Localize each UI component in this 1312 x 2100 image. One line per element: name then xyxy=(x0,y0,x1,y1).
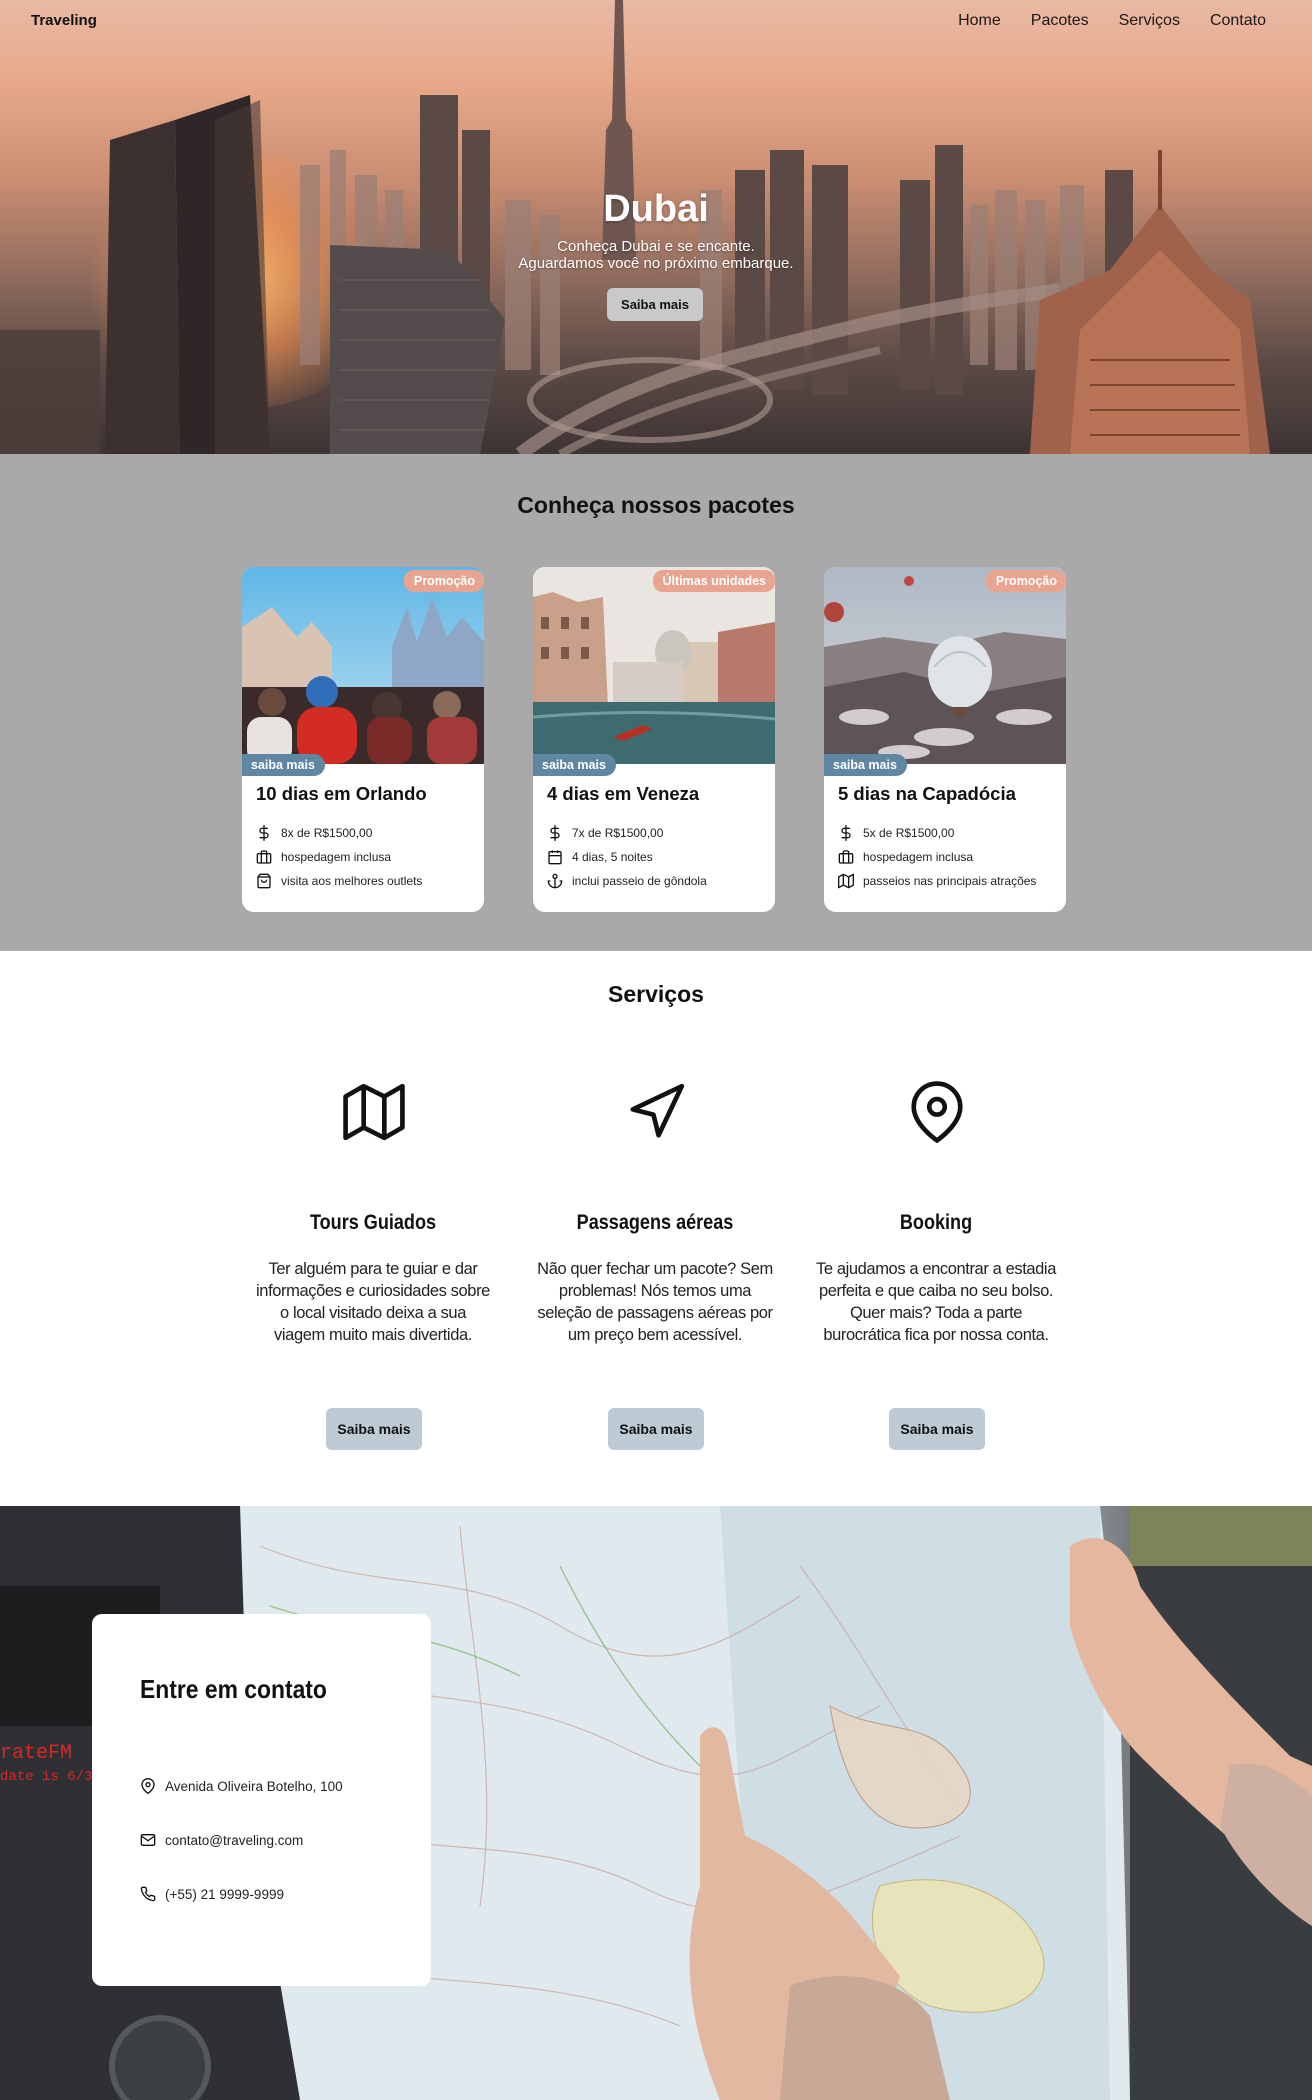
briefcase-icon xyxy=(256,850,272,864)
package-card-capadocia[interactable]: Promoção saiba mais 5 dias na Capadócia … xyxy=(824,567,1066,912)
promo-badge: Promoção xyxy=(985,570,1066,592)
hero-title: Dubai xyxy=(603,188,709,230)
service-saiba-mais-button[interactable]: Saiba mais xyxy=(889,1408,985,1450)
service-description: Não quer fechar um pacote? Sem problemas… xyxy=(537,1260,773,1344)
hero-subtitle: Conheça Dubai e se encante. Aguardamos v… xyxy=(0,238,1312,272)
radio-display-text-2: date is 6/3/ xyxy=(0,1769,101,1785)
calendar-icon xyxy=(548,850,562,865)
feature-text: visita aos melhores outlets xyxy=(281,874,423,888)
servicos-title: Serviços xyxy=(608,981,704,1007)
latest-units-badge: Últimas unidades xyxy=(652,570,775,592)
dollar-icon xyxy=(259,825,269,841)
card-features: 5x de R$1500,00 hospedagem inclusa passe… xyxy=(838,821,1036,893)
feature-price: 8x de R$1500,00 xyxy=(256,821,422,845)
hero-subtitle-line-1: Conheça Dubai e se encante. xyxy=(557,238,755,255)
service-saiba-mais-button[interactable]: Saiba mais xyxy=(326,1408,422,1450)
mail-icon xyxy=(140,1834,156,1846)
hero-banner: Traveling Home Pacotes Serviços Contato … xyxy=(0,0,1312,454)
radio-display-text-1: rateFM xyxy=(0,1742,72,1765)
feature-text: hospedagem inclusa xyxy=(281,850,392,864)
map-pin-icon xyxy=(141,1778,155,1794)
feature-text: inclui passeio de gôndola xyxy=(572,874,707,888)
nav-link-servicos[interactable]: Serviços xyxy=(1119,12,1180,30)
contact-phone-text[interactable]: (+55) 21 9999-9999 xyxy=(165,1887,284,1902)
card-title: 5 dias na Capadócia xyxy=(838,783,1016,804)
brand-logo[interactable]: Traveling xyxy=(31,12,97,29)
contact-title: Entre em contato xyxy=(140,1674,327,1704)
orlando-photo xyxy=(242,567,484,764)
pacotes-section: Conheça nossos pacotes Promoção saiba ma… xyxy=(0,454,1312,951)
feature-text: passeios nas principais atrações xyxy=(863,874,1037,888)
service-title: Passagens aéreas xyxy=(576,1211,734,1234)
card-features: 7x de R$1500,00 4 dias, 5 noites inclui … xyxy=(547,821,707,893)
feature-text: 8x de R$1500,00 xyxy=(281,826,373,840)
navigation-icon xyxy=(630,1083,685,1138)
contact-card: Entre em contato Avenida Oliveira Botelh… xyxy=(92,1614,431,1986)
service-saiba-mais-button[interactable]: Saiba mais xyxy=(608,1408,704,1450)
map-icon xyxy=(343,1083,405,1141)
service-description: Ter alguém para te guiar e dar informaçõ… xyxy=(256,1260,490,1344)
veneza-photo xyxy=(533,567,775,764)
anchor-icon xyxy=(547,873,563,889)
nav-link-contato[interactable]: Contato xyxy=(1210,12,1266,30)
feature-text: hospedagem inclusa xyxy=(863,850,974,864)
shopping-bag-icon xyxy=(257,873,271,889)
feature-duration: 4 dias, 5 noites xyxy=(547,845,707,869)
briefcase-icon xyxy=(838,850,854,864)
service-title: Booking xyxy=(899,1211,973,1234)
hero-subtitle-line-2: Aguardamos você no próximo embarque. xyxy=(518,255,794,272)
feature-text: 5x de R$1500,00 xyxy=(863,826,955,840)
feature-price: 7x de R$1500,00 xyxy=(547,821,707,845)
feature-extra: inclui passeio de gôndola xyxy=(547,869,707,893)
package-card-veneza[interactable]: Últimas unidades saiba mais 4 dias em Ve… xyxy=(533,567,775,912)
package-card-orlando[interactable]: Promoção saiba mais 10 dias em Orlando 8… xyxy=(242,567,484,912)
hero-saiba-mais-button[interactable]: Saiba mais xyxy=(607,288,703,321)
feature-extra: visita aos melhores outlets xyxy=(256,869,422,893)
contact-address: Avenida Oliveira Botelho, 100 xyxy=(140,1778,343,1794)
feature-price: 5x de R$1500,00 xyxy=(838,821,1036,845)
servicos-section: Serviços Tours Guiados Ter alguém para t… xyxy=(0,951,1312,1506)
service-title: Tours Guiados xyxy=(309,1211,437,1234)
pacotes-title: Conheça nossos pacotes xyxy=(517,492,795,518)
contact-phone: (+55) 21 9999-9999 xyxy=(140,1886,284,1902)
promo-badge: Promoção xyxy=(403,570,484,592)
saiba-mais-tag[interactable]: saiba mais xyxy=(533,754,616,776)
main-nav: Home Pacotes Serviços Contato xyxy=(958,12,1266,30)
card-title: 10 dias em Orlando xyxy=(256,783,427,804)
card-title: 4 dias em Veneza xyxy=(547,783,700,804)
contact-address-text: Avenida Oliveira Botelho, 100 xyxy=(165,1778,343,1794)
contact-email-text[interactable]: contato@traveling.com xyxy=(165,1833,303,1848)
feature-text: 4 dias, 5 noites xyxy=(572,850,653,864)
card-features: 8x de R$1500,00 hospedagem inclusa visit… xyxy=(256,821,422,893)
feature-text: 7x de R$1500,00 xyxy=(572,826,664,840)
map-icon xyxy=(838,873,854,889)
dollar-icon xyxy=(550,825,560,841)
capadocia-photo xyxy=(824,567,1066,764)
feature-lodging: hospedagem inclusa xyxy=(838,845,1036,869)
service-description: Te ajudamos a encontrar a estadia perfei… xyxy=(816,1260,1056,1344)
phone-icon xyxy=(140,1886,156,1902)
map-pin-icon xyxy=(911,1081,963,1143)
feature-extra: passeios nas principais atrações xyxy=(838,869,1036,893)
nav-link-home[interactable]: Home xyxy=(958,12,1001,30)
saiba-mais-tag[interactable]: saiba mais xyxy=(242,754,325,776)
feature-lodging: hospedagem inclusa xyxy=(256,845,422,869)
dollar-icon xyxy=(841,825,851,841)
contato-section: rateFM date is 6/3/ Entre em contato Ave… xyxy=(0,1506,1312,2100)
saiba-mais-tag[interactable]: saiba mais xyxy=(824,754,907,776)
contact-email: contato@traveling.com xyxy=(140,1832,303,1848)
nav-link-pacotes[interactable]: Pacotes xyxy=(1031,12,1089,30)
